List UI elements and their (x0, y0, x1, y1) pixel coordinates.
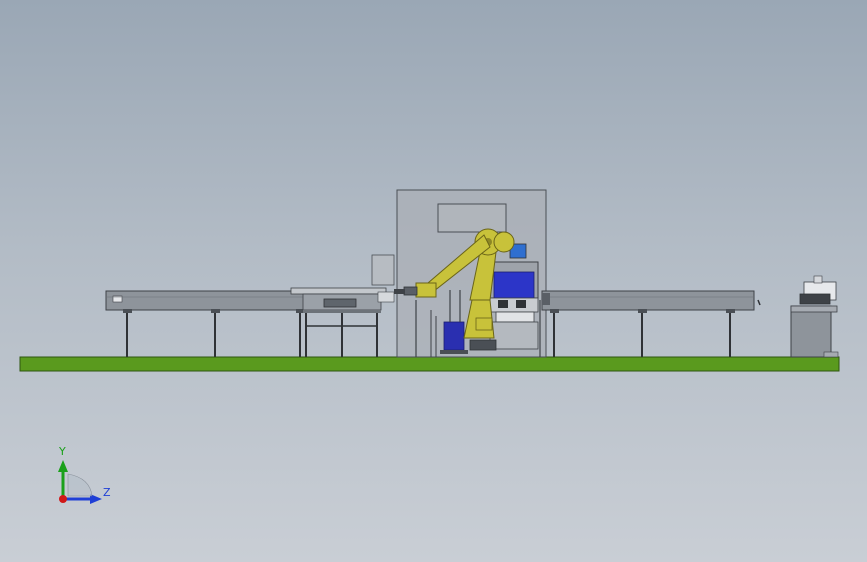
triad-y-label: Y (58, 445, 66, 458)
transfer-table (290, 254, 395, 357)
right-conveyor (541, 290, 755, 357)
orientation-triad: Y Z (58, 445, 111, 504)
triad-y-arrowhead (58, 460, 68, 472)
triad-x-axis-point (59, 495, 67, 503)
left-conveyor (105, 290, 307, 357)
cad-viewport[interactable]: Y Z (0, 0, 867, 562)
triad-rotation-arc (67, 473, 93, 497)
operator-station (757, 275, 839, 358)
ground-slab (19, 356, 840, 372)
triad-z-label: Z (103, 486, 111, 499)
